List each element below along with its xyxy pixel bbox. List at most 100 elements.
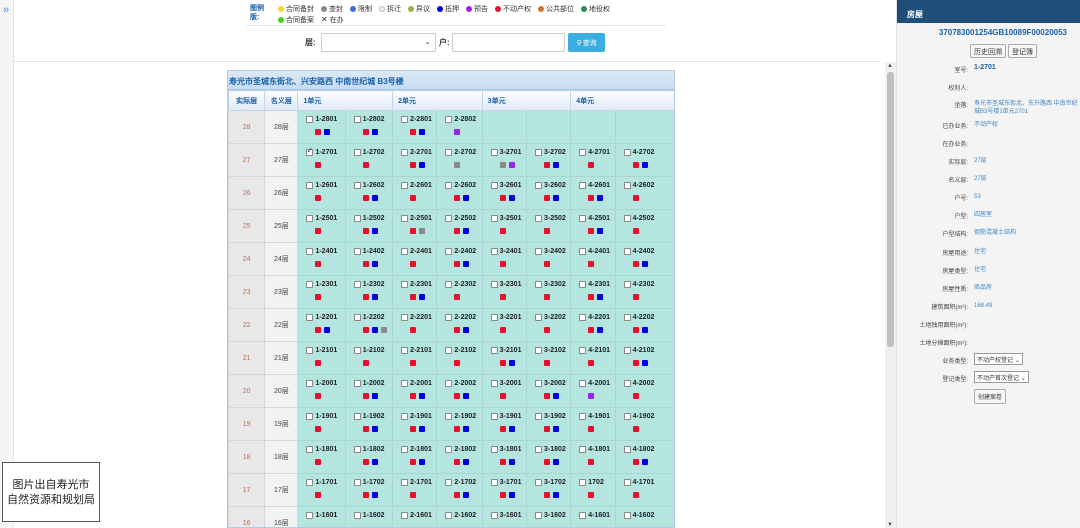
room-cell[interactable]: 1-1801 bbox=[297, 440, 346, 474]
room-checkbox[interactable] bbox=[623, 445, 631, 453]
room-cell[interactable]: 4-1802 bbox=[614, 440, 674, 474]
room-cell[interactable]: 1-2501 bbox=[297, 209, 346, 243]
room-cell[interactable]: 4-2002 bbox=[614, 374, 674, 408]
room-checkbox[interactable] bbox=[445, 445, 453, 453]
room-checkbox[interactable] bbox=[534, 247, 542, 255]
room-checkbox[interactable] bbox=[534, 478, 542, 486]
room-checkbox[interactable] bbox=[534, 148, 542, 156]
scrollbar[interactable]: ▲ ▼ bbox=[885, 62, 896, 528]
room-checkbox[interactable] bbox=[490, 478, 498, 486]
room-checkbox[interactable] bbox=[534, 412, 542, 420]
register-book-button[interactable]: 登记簿 bbox=[1008, 44, 1037, 58]
room-checkbox[interactable] bbox=[353, 346, 361, 354]
room-checkbox[interactable] bbox=[579, 412, 587, 420]
room-checkbox[interactable] bbox=[579, 313, 587, 321]
room-cell[interactable]: 2-2001 bbox=[392, 374, 438, 408]
room-cell[interactable]: 2-2801 bbox=[392, 110, 438, 144]
room-cell[interactable]: 3-2201 bbox=[481, 308, 527, 342]
room-checkbox[interactable] bbox=[579, 445, 587, 453]
room-cell[interactable]: 1-2202 bbox=[344, 308, 394, 342]
room-checkbox[interactable] bbox=[623, 148, 631, 156]
room-cell[interactable]: 3-2502 bbox=[525, 209, 572, 243]
room-cell[interactable]: 1-2002 bbox=[344, 374, 394, 408]
room-cell[interactable]: 4-2202 bbox=[614, 308, 674, 342]
room-cell[interactable]: 4-2101 bbox=[570, 341, 616, 375]
room-checkbox[interactable] bbox=[445, 346, 453, 354]
room-checkbox[interactable] bbox=[353, 148, 361, 156]
room-checkbox[interactable] bbox=[490, 247, 498, 255]
room-checkbox[interactable] bbox=[623, 181, 631, 189]
room-cell[interactable]: 1-2301 bbox=[297, 275, 346, 309]
room-cell[interactable]: 1-2602 bbox=[344, 176, 394, 210]
room-cell[interactable]: 2-1601 bbox=[392, 506, 438, 527]
room-cell[interactable]: 2-2501 bbox=[392, 209, 438, 243]
room-checkbox[interactable] bbox=[579, 478, 587, 486]
room-checkbox[interactable] bbox=[306, 379, 314, 387]
room-checkbox[interactable] bbox=[401, 511, 409, 519]
room-checkbox[interactable] bbox=[623, 280, 631, 288]
room-checkbox[interactable] bbox=[353, 379, 361, 387]
room-checkbox[interactable] bbox=[534, 181, 542, 189]
room-cell[interactable]: 1-2801 bbox=[297, 110, 346, 144]
room-cell[interactable]: 3-1802 bbox=[525, 440, 572, 474]
room-cell[interactable]: 3-2301 bbox=[481, 275, 527, 309]
room-checkbox[interactable] bbox=[490, 280, 498, 288]
room-checkbox[interactable] bbox=[353, 214, 361, 222]
room-cell[interactable]: 4-1902 bbox=[614, 407, 674, 441]
history-button[interactable]: 历史回溯 bbox=[970, 44, 1006, 58]
room-checkbox[interactable] bbox=[534, 346, 542, 354]
room-cell[interactable]: 4-2102 bbox=[614, 341, 674, 375]
room-checkbox[interactable] bbox=[623, 247, 631, 255]
business-type-select[interactable]: 不动产权登记 ⌄ bbox=[974, 353, 1023, 365]
room-checkbox[interactable] bbox=[306, 412, 314, 420]
room-checkbox[interactable] bbox=[445, 115, 453, 123]
room-checkbox[interactable] bbox=[579, 181, 587, 189]
room-checkbox[interactable] bbox=[445, 181, 453, 189]
room-cell[interactable]: 4-1602 bbox=[614, 506, 674, 527]
room-checkbox[interactable] bbox=[579, 247, 587, 255]
room-checkbox[interactable] bbox=[401, 148, 409, 156]
room-checkbox[interactable] bbox=[445, 379, 453, 387]
room-cell[interactable]: 2-2102 bbox=[436, 341, 483, 375]
room-checkbox[interactable] bbox=[445, 412, 453, 420]
room-cell[interactable]: 4-2502 bbox=[614, 209, 674, 243]
room-checkbox[interactable] bbox=[579, 214, 587, 222]
room-cell[interactable]: 3-2701 bbox=[481, 143, 527, 177]
room-checkbox[interactable] bbox=[306, 313, 314, 321]
room-checkbox[interactable] bbox=[353, 445, 361, 453]
room-cell[interactable]: 3-2101 bbox=[481, 341, 527, 375]
room-checkbox[interactable] bbox=[353, 280, 361, 288]
room-cell[interactable]: 3-1901 bbox=[481, 407, 527, 441]
room-cell[interactable]: 2-2202 bbox=[436, 308, 483, 342]
room-cell[interactable]: 4-1601 bbox=[570, 506, 616, 527]
room-cell[interactable]: 3-2401 bbox=[481, 242, 527, 276]
room-cell[interactable]: 3-1801 bbox=[481, 440, 527, 474]
room-checkbox[interactable] bbox=[306, 511, 314, 519]
room-checkbox[interactable] bbox=[401, 313, 409, 321]
room-cell[interactable]: 2-1902 bbox=[436, 407, 483, 441]
room-cell[interactable]: 3-2702 bbox=[525, 143, 572, 177]
room-checkbox[interactable] bbox=[353, 478, 361, 486]
room-cell[interactable]: 2-1801 bbox=[392, 440, 438, 474]
room-checkbox[interactable] bbox=[490, 214, 498, 222]
room-cell[interactable]: 3-2302 bbox=[525, 275, 572, 309]
query-button[interactable]: ⚲ 查询 bbox=[568, 33, 605, 52]
room-checkbox[interactable] bbox=[490, 511, 498, 519]
room-cell[interactable]: 2-2002 bbox=[436, 374, 483, 408]
room-checkbox[interactable] bbox=[401, 181, 409, 189]
room-cell[interactable]: 1-2201 bbox=[297, 308, 346, 342]
room-cell[interactable]: 4-2602 bbox=[614, 176, 674, 210]
room-checkbox[interactable] bbox=[445, 313, 453, 321]
room-checkbox[interactable] bbox=[445, 478, 453, 486]
room-cell[interactable]: 3-1602 bbox=[525, 506, 572, 527]
room-checkbox[interactable] bbox=[401, 412, 409, 420]
room-cell[interactable]: 3-2501 bbox=[481, 209, 527, 243]
room-cell[interactable]: 1-1601 bbox=[297, 506, 346, 527]
room-checkbox[interactable] bbox=[490, 181, 498, 189]
room-cell[interactable]: 3-2602 bbox=[525, 176, 572, 210]
room-checkbox[interactable] bbox=[534, 511, 542, 519]
room-checkbox[interactable] bbox=[353, 247, 361, 255]
room-cell[interactable]: 4-2402 bbox=[614, 242, 674, 276]
room-cell[interactable]: 4-2201 bbox=[570, 308, 616, 342]
floor-select[interactable]: ⌄ bbox=[321, 33, 436, 52]
